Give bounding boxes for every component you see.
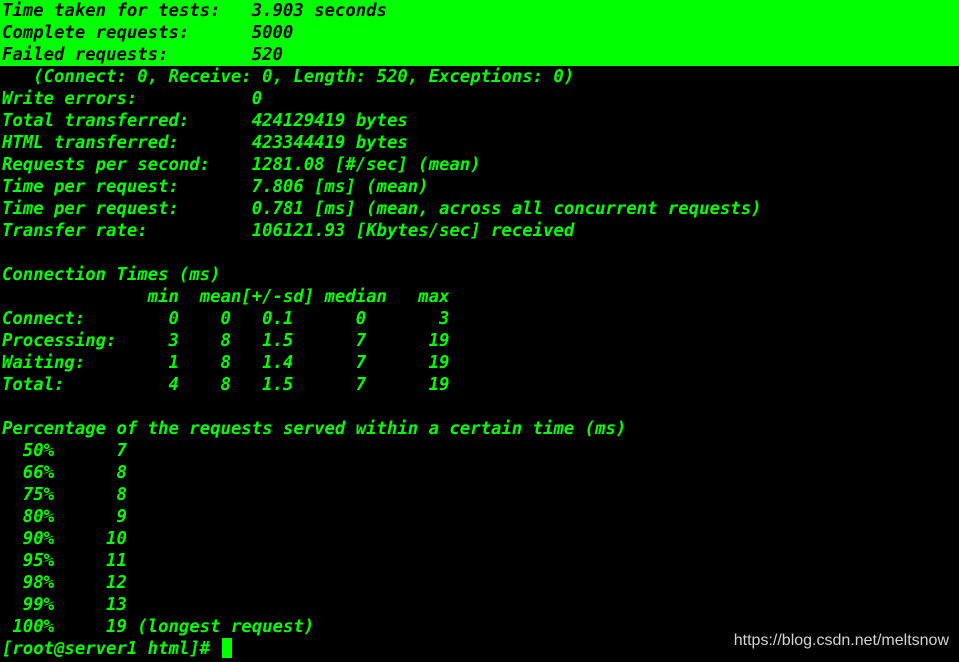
shell-prompt: [root@server1 html]# (2, 639, 221, 659)
terminal-line: Total transferred: 424129419 bytes (2, 111, 408, 131)
terminal-line: (Connect: 0, Receive: 0, Length: 520, Ex… (2, 67, 575, 87)
terminal-line: 75% 8 (2, 485, 127, 505)
terminal-line: Connect: 0 0 0.1 0 3 (2, 309, 450, 329)
terminal-line: Time per request: 0.781 [ms] (mean, acro… (2, 199, 762, 219)
terminal-window[interactable]: Time taken for tests: 3.903 seconds Comp… (0, 0, 959, 662)
terminal-line: Percentage of the requests served within… (2, 419, 627, 439)
terminal-line: 99% 13 (2, 595, 127, 615)
terminal-line: 50% 7 (2, 441, 127, 461)
text-cursor (221, 638, 232, 658)
terminal-line: min mean[+/-sd] median max (2, 287, 450, 307)
terminal-line: 95% 11 (2, 551, 127, 571)
watermark: https://blog.csdn.net/meltsnow (733, 632, 949, 649)
terminal-line: Processing: 3 8 1.5 7 19 (2, 331, 450, 351)
terminal-line: Waiting: 1 8 1.4 7 19 (2, 353, 450, 373)
terminal-line: Total: 4 8 1.5 7 19 (2, 375, 450, 395)
terminal-line: 90% 10 (2, 529, 127, 549)
terminal-line-highlighted: Complete requests: 5000 (0, 22, 959, 44)
terminal-line: Connection Times (ms) (2, 265, 221, 285)
terminal-line: 98% 12 (2, 573, 127, 593)
terminal-line: Write errors: 0 (2, 89, 263, 109)
terminal-line-highlighted: Failed requests: 520 (0, 44, 959, 66)
terminal-line: Requests per second: 1281.08 [#/sec] (me… (2, 155, 481, 175)
terminal-line: HTML transferred: 423344419 bytes (2, 133, 408, 153)
terminal-line: Transfer rate: 106121.93 [Kbytes/sec] re… (2, 221, 575, 241)
terminal-line-highlighted: Time taken for tests: 3.903 seconds (0, 0, 959, 22)
terminal-line: 66% 8 (2, 463, 127, 483)
terminal-line: Time per request: 7.806 [ms] (mean) (2, 177, 429, 197)
terminal-line: 80% 9 (2, 507, 127, 527)
